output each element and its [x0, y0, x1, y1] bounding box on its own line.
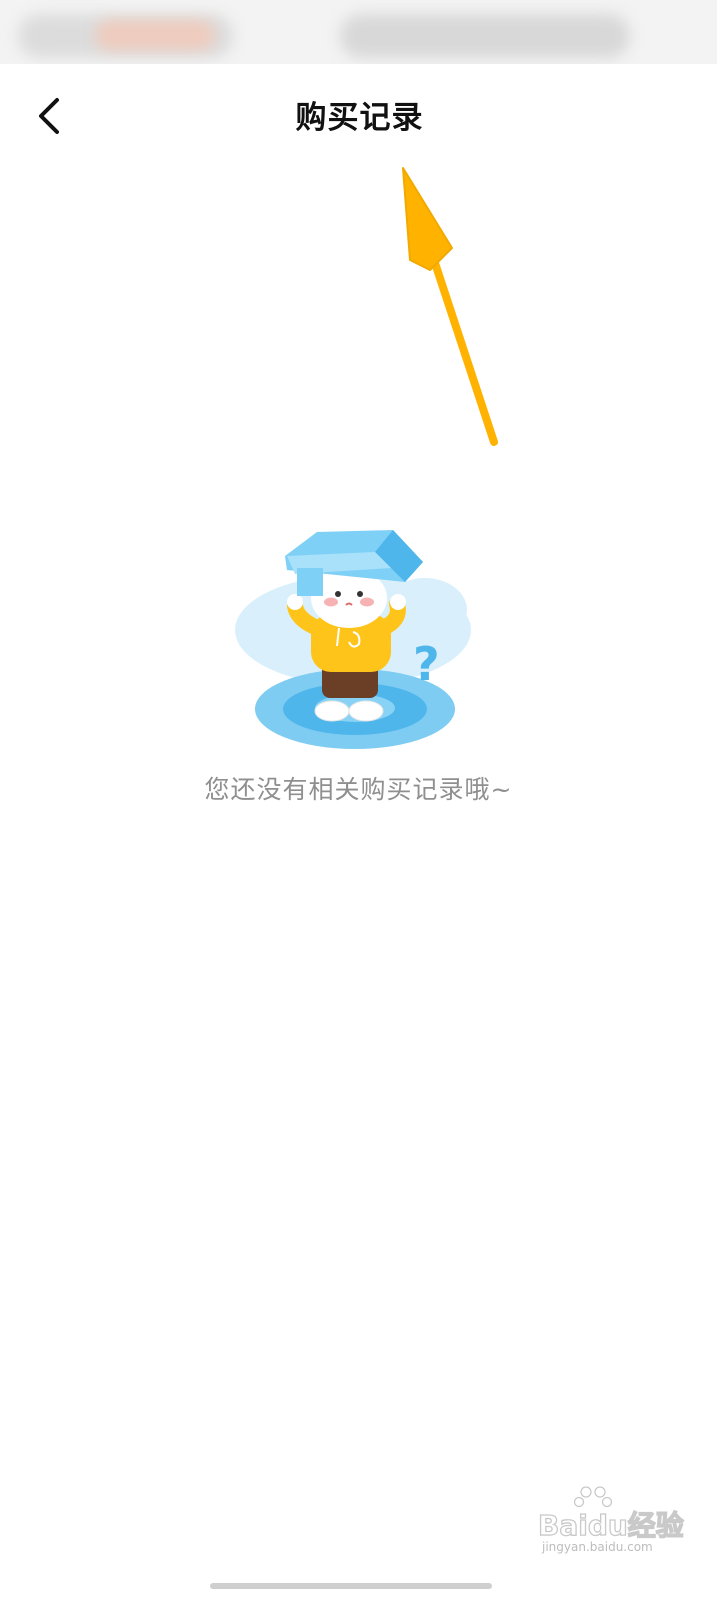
purchase-records-screen: 购买记录 ? 您还没有相关购买记录哦~ Baidu经验 jingyan.baid…	[0, 0, 717, 1600]
watermark-logo-text: Baidu经验	[537, 1508, 684, 1542]
nav-bar: 购买记录	[0, 64, 717, 168]
status-bar-right-blurred	[340, 14, 630, 58]
watermark-url: jingyan.baidu.com	[542, 1540, 653, 1554]
status-bar	[0, 0, 717, 64]
svg-text:?: ?	[413, 637, 440, 691]
baidu-jingyan-watermark: Baidu经验 jingyan.baidu.com	[537, 1486, 688, 1570]
annotation-arrow-icon	[402, 167, 498, 446]
empty-state-message: 您还没有相关购买记录哦~	[204, 775, 513, 804]
status-bar-left-blurred-accent	[95, 20, 215, 50]
page-title: 购买记录	[295, 100, 424, 136]
home-indicator[interactable]	[210, 1583, 492, 1589]
empty-state-illustration: ?	[235, 530, 471, 749]
